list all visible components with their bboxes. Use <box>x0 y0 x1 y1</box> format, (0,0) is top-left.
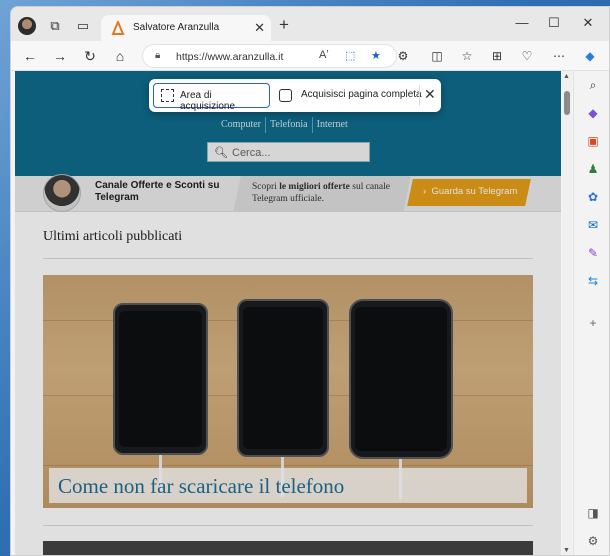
browser-window: ⧉ ▭ Salvatore Aranzulla ✕ + — ☐ ✕ ← → ↻ … <box>10 6 610 556</box>
refresh-icon[interactable]: ↻ <box>81 47 99 65</box>
hide-sidebar-icon[interactable]: ◨ <box>585 505 601 521</box>
favorite-star-icon[interactable]: ★ <box>371 49 381 62</box>
split-screen-icon[interactable]: ◫ <box>429 49 445 63</box>
lock-icon[interactable]: 🔒︎ <box>155 50 160 61</box>
scroll-up-icon[interactable]: ▲ <box>563 73 570 80</box>
search-icon[interactable]: ⌕ <box>585 77 601 93</box>
tab-close-icon[interactable]: ✕ <box>254 20 265 36</box>
tab-actions-icon[interactable]: ▭ <box>75 18 91 34</box>
edge-sidebar: ⌕ ◆ ▣ ♟ ✿ ✉ ✎ ⇆ + ◨ ⚙ <box>573 71 609 555</box>
settings-gear-icon[interactable]: ⚙ <box>585 533 601 549</box>
maximize-button[interactable]: ☐ <box>539 13 569 33</box>
close-window-button[interactable]: ✕ <box>573 13 603 33</box>
capture-area-button[interactable]: Area di acquisizione <box>153 83 270 112</box>
back-arrow-icon[interactable]: ← <box>21 47 39 65</box>
tab-title: Salvatore Aranzulla <box>133 22 220 33</box>
url-text: https://www.aranzulla.it <box>176 51 284 63</box>
more-options-icon[interactable]: ⋯ <box>551 49 567 63</box>
navigation-bar: ← → ↻ ⌂ 🔒︎ https://www.aranzulla.it Aʼ ⬚… <box>11 41 609 71</box>
copilot-icon[interactable]: ◆ <box>582 49 598 63</box>
favorites-icon[interactable]: ☆ <box>459 49 475 63</box>
web-page: Computer Telefonia Internet 🔍︎ Cerca... … <box>15 71 561 555</box>
full-page-icon[interactable] <box>279 89 292 102</box>
forward-arrow-icon[interactable]: → <box>51 47 69 65</box>
title-bar: ⧉ ▭ Salvatore Aranzulla ✕ + — ☐ ✕ <box>11 7 609 42</box>
tab-active[interactable]: Salvatore Aranzulla ✕ <box>101 15 271 42</box>
web-capture-toolbar: Area di acquisizione Acquisisci pagina c… <box>149 79 441 112</box>
close-capture-icon[interactable]: ✕ <box>424 86 436 103</box>
capture-overlay[interactable] <box>15 71 561 555</box>
home-icon[interactable]: ⌂ <box>111 47 129 65</box>
address-bar[interactable]: 🔒︎ https://www.aranzulla.it Aʼ ⬚ ★ <box>142 44 397 68</box>
tools-icon[interactable]: ▣ <box>585 133 601 149</box>
page-scrollbar[interactable]: ▲ ▼ <box>562 71 572 555</box>
designer-icon[interactable]: ✎ <box>585 245 601 261</box>
capture-area-label: Area di acquisizione <box>180 90 236 112</box>
minimize-button[interactable]: — <box>507 13 537 33</box>
extensions-icon[interactable]: ⚙ <box>395 49 411 63</box>
divider <box>419 85 420 106</box>
drop-icon[interactable]: ⇆ <box>585 273 601 289</box>
browser-essentials-icon[interactable]: ♡ <box>519 49 535 63</box>
workspaces-icon[interactable]: ⧉ <box>47 18 63 34</box>
new-tab-button[interactable]: + <box>279 16 289 33</box>
add-icon[interactable]: + <box>585 315 601 331</box>
screenshot-icon[interactable]: ⬚ <box>345 49 355 62</box>
scroll-down-icon[interactable]: ▼ <box>563 547 570 554</box>
aranzulla-favicon-icon <box>111 21 125 35</box>
select-area-icon <box>161 89 174 102</box>
games-icon[interactable]: ♟ <box>585 161 601 177</box>
shopping-tag-icon[interactable]: ◆ <box>585 105 601 121</box>
collections-icon[interactable]: ⊞ <box>489 49 505 63</box>
microsoft-365-icon[interactable]: ✿ <box>585 189 601 205</box>
scrollbar-thumb[interactable] <box>564 91 570 115</box>
capture-full-page-button[interactable]: Acquisisci pagina completa <box>301 89 422 100</box>
profile-avatar[interactable] <box>18 17 36 35</box>
outlook-icon[interactable]: ✉ <box>585 217 601 233</box>
read-aloud-icon[interactable]: Aʼ <box>319 49 329 61</box>
